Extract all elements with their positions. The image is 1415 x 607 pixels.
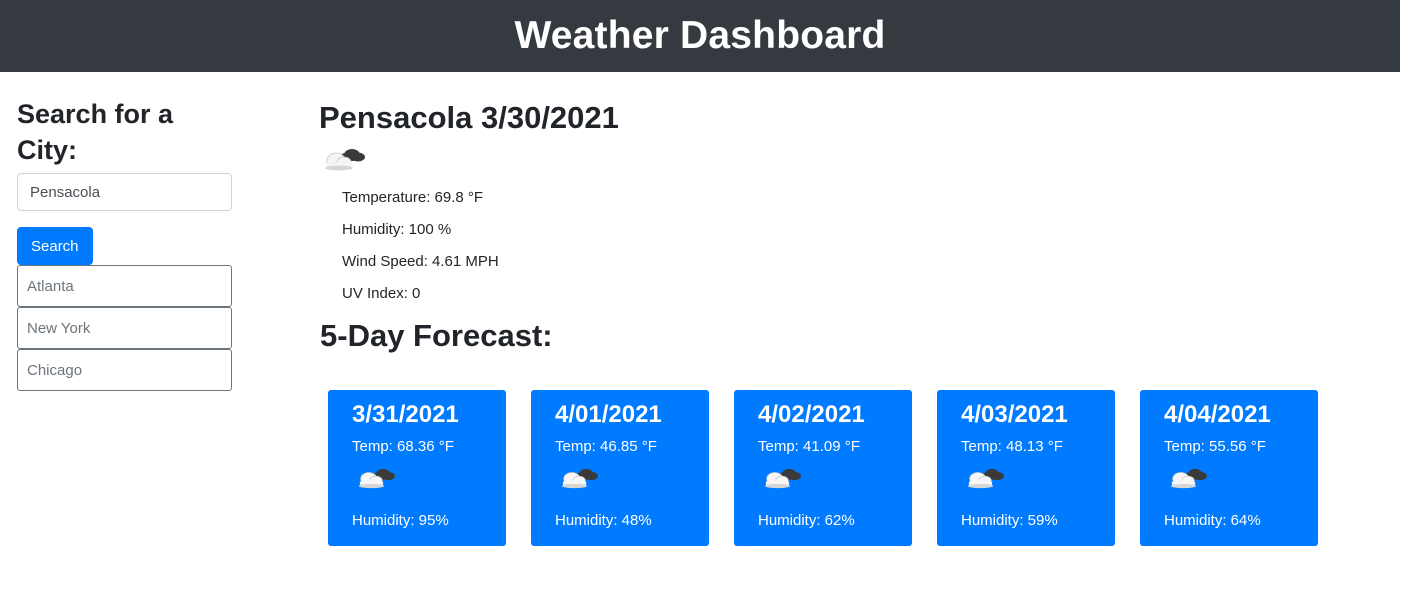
current-humidity: Humidity: 100 % xyxy=(342,221,452,238)
forecast-humidity: Humidity: 95% xyxy=(352,512,449,529)
history-item-chicago[interactable]: Chicago xyxy=(17,349,232,391)
current-city-title: Pensacola 3/30/2021 xyxy=(319,100,619,135)
forecast-temp: Temp: 55.56 °F xyxy=(1164,438,1266,455)
forecast-temp: Temp: 46.85 °F xyxy=(555,438,657,455)
forecast-humidity: Humidity: 59% xyxy=(961,512,1058,529)
forecast-humidity: Humidity: 48% xyxy=(555,512,652,529)
cloudy-icon xyxy=(555,459,603,499)
page-title: Weather Dashboard xyxy=(514,14,886,57)
forecast-card: 4/04/2021 Temp: 55.56 °F Humidity: 64% xyxy=(1140,390,1318,546)
cloudy-icon xyxy=(352,459,400,499)
cloudy-icon xyxy=(961,459,1009,499)
forecast-card: 4/01/2021 Temp: 46.85 °F Humidity: 48% xyxy=(531,390,709,546)
forecast-temp: Temp: 48.13 °F xyxy=(961,438,1063,455)
forecast-temp: Temp: 68.36 °F xyxy=(352,438,454,455)
history-item-atlanta[interactable]: Atlanta xyxy=(17,265,232,307)
forecast-card: 4/03/2021 Temp: 48.13 °F Humidity: 59% xyxy=(937,390,1115,546)
forecast-humidity: Humidity: 64% xyxy=(1164,512,1261,529)
forecast-humidity: Humidity: 62% xyxy=(758,512,855,529)
history-item-new-york[interactable]: New York xyxy=(17,307,232,349)
forecast-date: 4/04/2021 xyxy=(1164,401,1271,428)
current-uv-index: UV Index: 0 xyxy=(342,285,421,302)
forecast-card: 4/02/2021 Temp: 41.09 °F Humidity: 62% xyxy=(734,390,912,546)
forecast-date: 4/03/2021 xyxy=(961,401,1068,428)
current-wind-speed: Wind Speed: 4.61 MPH xyxy=(342,253,499,270)
forecast-temp: Temp: 41.09 °F xyxy=(758,438,860,455)
forecast-date: 4/01/2021 xyxy=(555,401,662,428)
weather-main: Pensacola 3/30/2021 Temperature: 69.8 °F… xyxy=(319,98,1319,546)
app-header: Weather Dashboard xyxy=(0,0,1400,72)
cloudy-icon xyxy=(319,138,369,182)
forecast-cards: 3/31/2021 Temp: 68.36 °F Humidity: 95% 4… xyxy=(328,390,1343,546)
search-history-list: Atlanta New York Chicago xyxy=(17,265,232,391)
current-temperature: Temperature: 69.8 °F xyxy=(342,189,484,206)
search-heading: Search for a City: xyxy=(17,99,174,165)
city-search-input[interactable] xyxy=(17,173,232,211)
forecast-card: 3/31/2021 Temp: 68.36 °F Humidity: 95% xyxy=(328,390,506,546)
cloudy-icon xyxy=(758,459,806,499)
forecast-date: 4/02/2021 xyxy=(758,401,865,428)
forecast-heading: 5-Day Forecast: xyxy=(320,318,553,353)
cloudy-icon xyxy=(1164,459,1212,499)
search-button[interactable]: Search xyxy=(17,227,93,265)
current-stats: Temperature: 69.8 °F Humidity: 100 % Win… xyxy=(342,182,1319,310)
forecast-date: 3/31/2021 xyxy=(352,401,459,428)
search-sidebar: Search for a City: Search Atlanta New Yo… xyxy=(17,96,232,391)
